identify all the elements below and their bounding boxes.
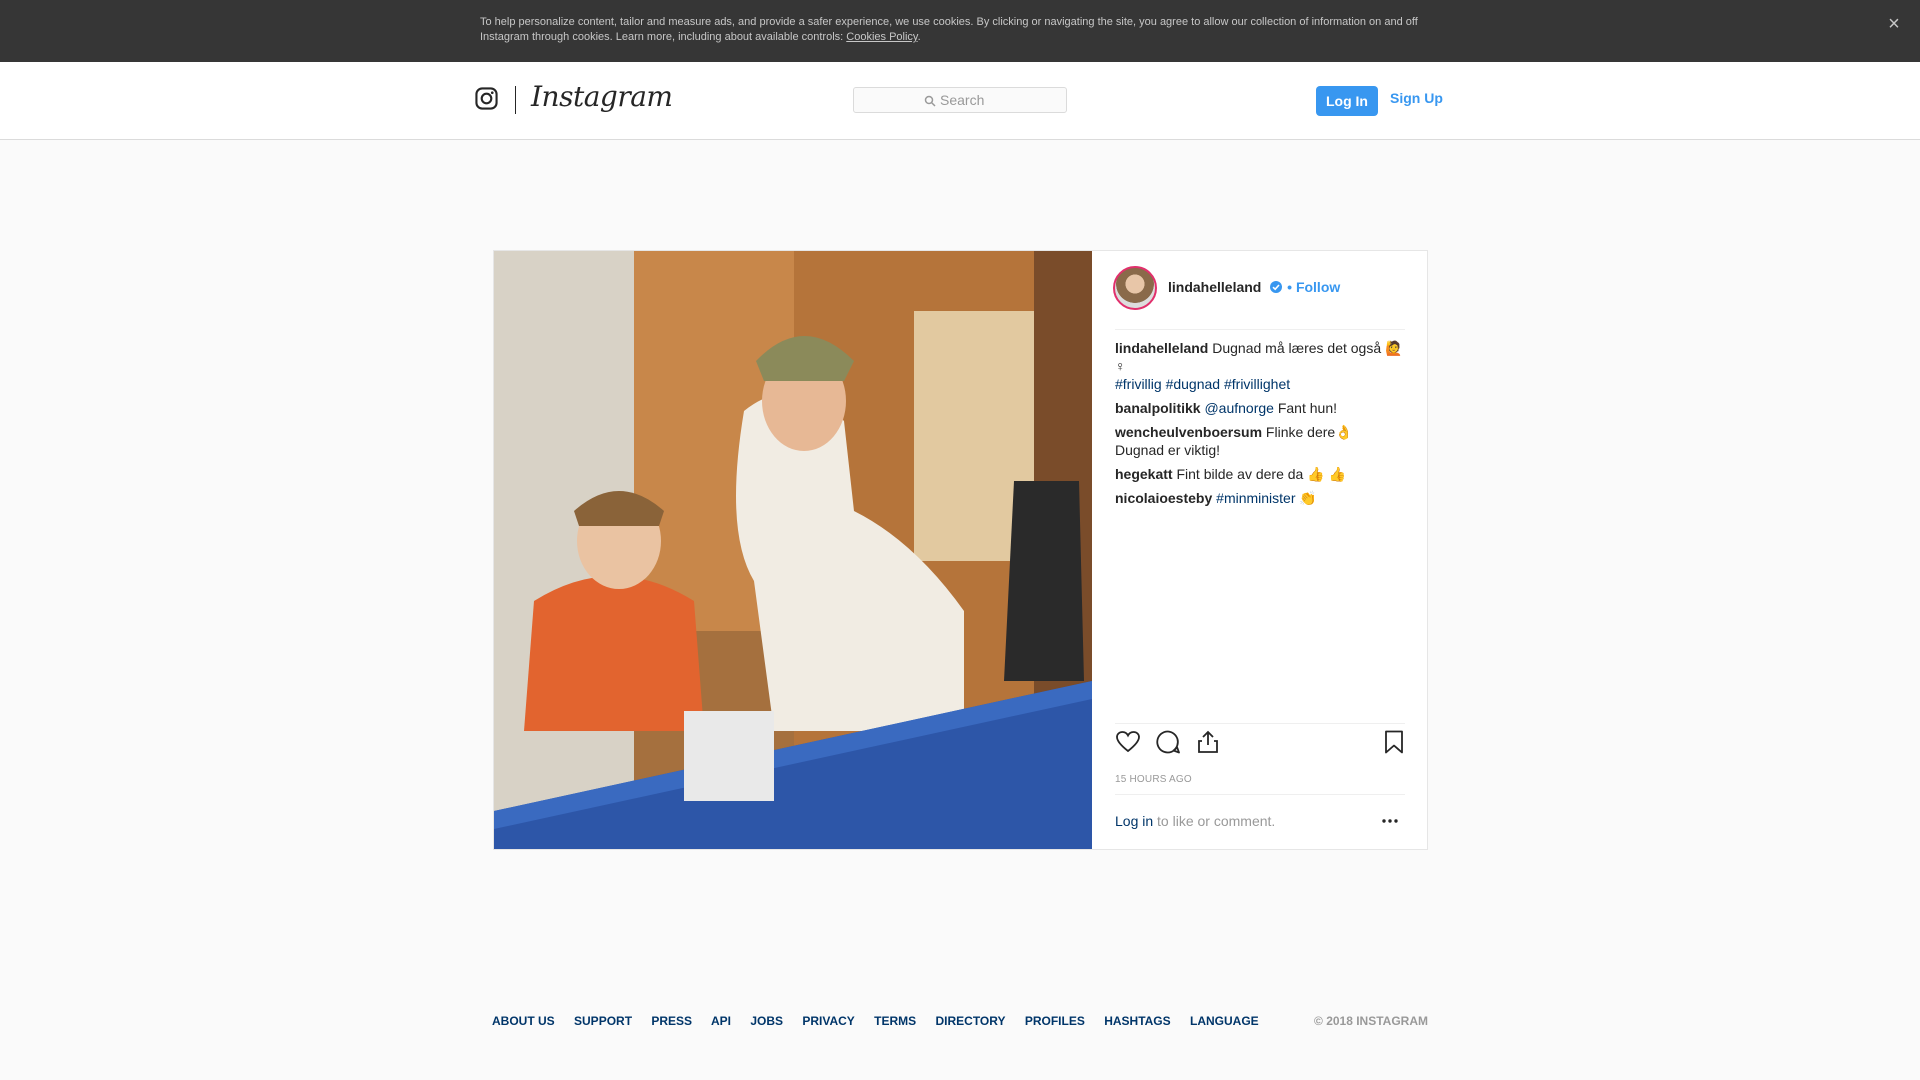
footer-link-api[interactable]: API	[711, 1014, 731, 1028]
cookies-policy-link[interactable]: Cookies Policy	[846, 31, 917, 43]
hashtag-link[interactable]: #frivillig	[1115, 376, 1162, 392]
footer-link-hashtags[interactable]: HASHTAGS	[1104, 1014, 1170, 1028]
divider	[1115, 329, 1405, 330]
post-side-panel: lindahelleland • Follow lindahelleland D…	[1092, 251, 1427, 849]
footer-link-jobs[interactable]: JOBS	[750, 1014, 783, 1028]
cookie-text: To help personalize content, tailor and …	[480, 16, 1418, 43]
comment-text: Fint bilde av dere da 👍 👍	[1172, 466, 1346, 482]
footer-link-terms[interactable]: TERMS	[874, 1014, 916, 1028]
footer-link-directory[interactable]: DIRECTORY	[935, 1014, 1005, 1028]
caption: lindahelleland Dugnad må læres det også …	[1115, 339, 1405, 393]
footer: ABOUT US SUPPORT PRESS API JOBS PRIVACY …	[492, 1014, 1428, 1030]
comment-username[interactable]: banalpolitikk	[1115, 400, 1201, 416]
avatar[interactable]	[1113, 266, 1157, 310]
post-timestamp: 15 HOURS AGO	[1115, 774, 1192, 785]
comment-text: Fant hun!	[1273, 400, 1337, 416]
post-owner-line: lindahelleland • Follow	[1168, 279, 1340, 295]
footer-link-press[interactable]: PRESS	[651, 1014, 692, 1028]
owner-username[interactable]: lindahelleland	[1168, 279, 1261, 295]
follow-button[interactable]: Follow	[1296, 279, 1340, 295]
list-item: wencheulvenboersum Flinke dere👌 Dugnad e…	[1115, 423, 1405, 459]
login-suffix: to like or comment.	[1153, 813, 1276, 829]
list-item: banalpolitikk @aufnorge Fant hun!	[1115, 399, 1405, 417]
footer-link-profiles[interactable]: PROFILES	[1025, 1014, 1085, 1028]
sign-up-link[interactable]: Sign Up	[1390, 90, 1443, 106]
list-item: nicolaioesteby #minminister 👏	[1115, 489, 1405, 507]
footer-link-privacy[interactable]: PRIVACY	[802, 1014, 854, 1028]
comment-text: 👏	[1295, 490, 1317, 506]
post-card: lindahelleland • Follow lindahelleland D…	[493, 250, 1428, 850]
hashtag-link[interactable]: #frivillighet	[1224, 376, 1290, 392]
divider	[1115, 794, 1405, 795]
copyright: © 2018 INSTAGRAM	[1314, 1014, 1428, 1028]
comment-icon[interactable]	[1155, 729, 1181, 755]
comment-username[interactable]: nicolaioesteby	[1115, 490, 1212, 506]
photo-illustration	[494, 251, 1092, 849]
divider	[1115, 723, 1405, 724]
more-options-icon[interactable]	[1380, 816, 1400, 826]
comment-username[interactable]: hegekatt	[1115, 466, 1173, 482]
search-input[interactable]	[940, 91, 1060, 109]
comment-list: lindahelleland Dugnad må læres det også …	[1115, 339, 1405, 513]
dot-separator: •	[1287, 279, 1296, 295]
log-in-button[interactable]: Log In	[1316, 86, 1378, 116]
hashtag-link[interactable]: #minminister	[1216, 490, 1295, 506]
cookie-message: To help personalize content, tailor and …	[480, 16, 1418, 43]
action-bar	[1115, 729, 1407, 759]
footer-link-language[interactable]: LANGUAGE	[1190, 1014, 1259, 1028]
footer-link-about-us[interactable]: ABOUT US	[492, 1014, 555, 1028]
cookie-banner: To help personalize content, tailor and …	[0, 0, 1920, 62]
log-in-link[interactable]: Log in	[1115, 813, 1153, 829]
search-icon	[924, 95, 936, 107]
heart-icon[interactable]	[1115, 729, 1141, 755]
hashtag-link[interactable]: #dugnad	[1166, 376, 1221, 392]
search-box[interactable]	[853, 87, 1067, 113]
logo-divider	[515, 86, 516, 114]
caption-username[interactable]: lindahelleland	[1115, 340, 1208, 356]
list-item: hegekatt Fint bilde av dere da 👍 👍	[1115, 465, 1405, 483]
share-icon[interactable]	[1195, 729, 1221, 755]
login-prompt: Log in to like or comment.	[1115, 813, 1275, 829]
footer-link-support[interactable]: SUPPORT	[574, 1014, 632, 1028]
instagram-camera-icon[interactable]	[475, 87, 498, 110]
instagram-wordmark[interactable]: Instagram	[531, 80, 673, 113]
mention-link[interactable]: @aufnorge	[1204, 400, 1273, 416]
close-icon[interactable]: ×	[1884, 14, 1904, 34]
verified-badge-icon	[1270, 281, 1283, 293]
top-nav: Instagram Log In Sign Up	[0, 62, 1920, 140]
post-photo[interactable]	[494, 251, 1092, 849]
bookmark-icon[interactable]	[1381, 729, 1407, 755]
comment-username[interactable]: wencheulvenboersum	[1115, 424, 1262, 440]
